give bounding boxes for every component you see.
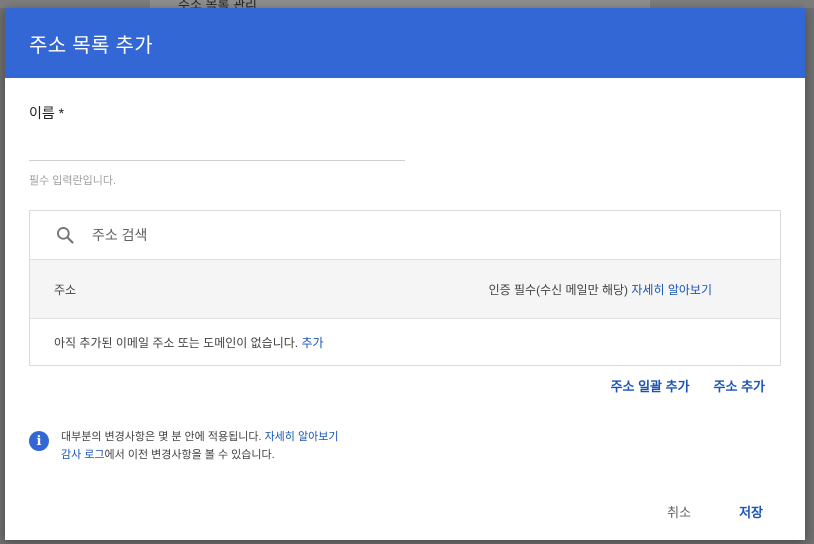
background-page: 주소 목록 관리: [0, 0, 814, 8]
info-notice: i 대부분의 변경사항은 몇 분 안에 적용됩니다. 자세히 알아보기 감사 로…: [29, 428, 338, 464]
column-header-auth: 인증 필수(수신 메일만 해당) 자세히 알아보기: [489, 281, 712, 298]
name-label: 이름 *: [29, 105, 65, 121]
search-row: [30, 211, 780, 260]
search-icon: [54, 224, 76, 246]
info-line-2: 감사 로그에서 이전 변경사항을 볼 수 있습니다.: [61, 446, 338, 464]
address-action-buttons: 주소 일괄 추가 주소 추가: [611, 372, 765, 399]
dialog-footer: 취소 저장: [661, 501, 769, 522]
auth-learn-more-link[interactable]: 자세히 알아보기: [631, 283, 712, 297]
info-line-1-text: 대부분의 변경사항은 몇 분 안에 적용됩니다.: [61, 431, 262, 443]
column-header-address: 주소: [54, 282, 77, 297]
dialog-header: 주소 목록 추가: [5, 8, 805, 78]
info-line-2-text: 에서 이전 변경사항을 볼 수 있습니다.: [104, 449, 275, 461]
empty-state-add-link[interactable]: 추가: [301, 334, 323, 351]
add-address-list-dialog: 주소 목록 추가 이름 * 필수 입력란입니다. 주소 인증 필수(수신 메일만…: [5, 8, 805, 540]
name-input[interactable]: [29, 128, 405, 161]
cancel-button[interactable]: 취소: [661, 501, 697, 522]
empty-state-row: 아직 추가된 이메일 주소 또는 도메인이 없습니다. 추가: [30, 319, 780, 365]
empty-state-text: 아직 추가된 이메일 주소 또는 도메인이 없습니다.: [54, 335, 299, 350]
required-helper-text: 필수 입력란입니다.: [29, 175, 117, 187]
info-icon: i: [29, 431, 49, 451]
info-text: 대부분의 변경사항은 몇 분 안에 적용됩니다. 자세히 알아보기 감사 로그에…: [61, 428, 338, 464]
save-button[interactable]: 저장: [733, 501, 769, 522]
address-panel: 주소 인증 필수(수신 메일만 해당) 자세히 알아보기 아직 추가된 이메일 …: [29, 210, 781, 366]
audit-log-link[interactable]: 감사 로그: [61, 449, 105, 461]
bulk-add-addresses-button[interactable]: 주소 일괄 추가: [611, 372, 690, 399]
column-header-auth-label: 인증 필수(수신 메일만 해당): [488, 282, 629, 297]
address-table-header: 주소 인증 필수(수신 메일만 해당) 자세히 알아보기: [30, 260, 780, 319]
dialog-title: 주소 목록 추가: [29, 34, 153, 57]
address-search-input[interactable]: [90, 226, 694, 244]
info-learn-more-link[interactable]: 자세히 알아보기: [265, 431, 339, 443]
add-address-button[interactable]: 주소 추가: [714, 372, 765, 399]
background-page-title: 주소 목록 관리: [178, 0, 257, 8]
info-line-1: 대부분의 변경사항은 몇 분 안에 적용됩니다. 자세히 알아보기: [61, 428, 338, 446]
